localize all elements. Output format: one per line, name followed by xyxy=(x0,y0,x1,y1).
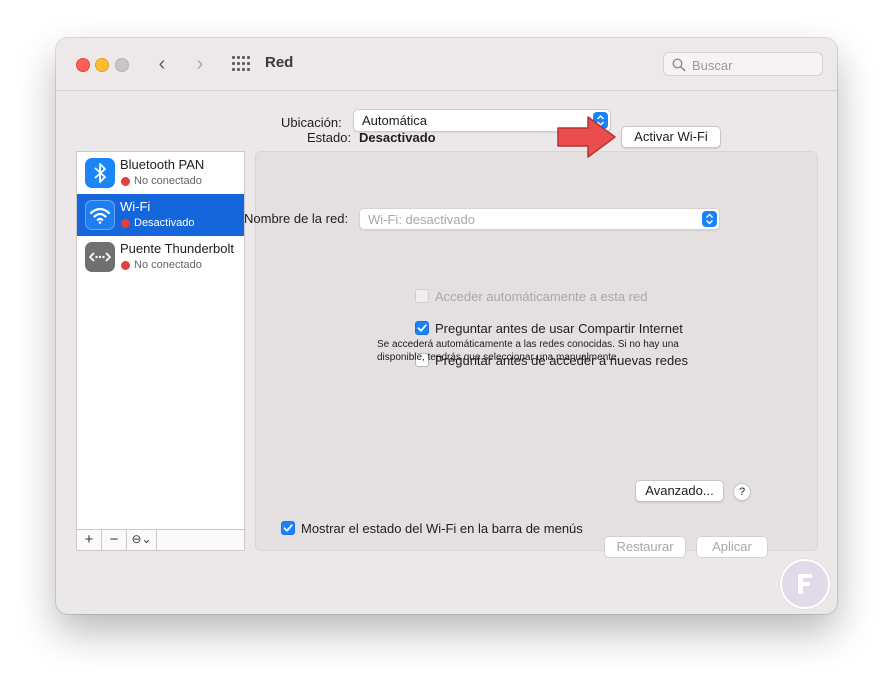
action-menu-button[interactable]: ⊖⌄ xyxy=(127,530,157,550)
service-list: Bluetooth PAN No conectado Wi-Fi Desacti… xyxy=(76,151,245,551)
service-list-toolbar: + − ⊖⌄ xyxy=(77,529,244,550)
location-value: Automática xyxy=(362,113,428,128)
status-dot-icon xyxy=(121,219,130,228)
red-arrow-icon xyxy=(557,116,616,158)
watermark-logo xyxy=(779,558,831,610)
show-wifi-status-checkbox[interactable] xyxy=(281,521,295,535)
network-name-popup[interactable]: Wi-Fi: desactivado xyxy=(359,208,720,230)
forward-chevron-icon[interactable]: › xyxy=(190,53,210,75)
bluetooth-icon xyxy=(85,158,115,188)
location-label: Ubicación: xyxy=(281,115,342,130)
minimize-window-button[interactable] xyxy=(95,58,109,72)
help-button[interactable]: ? xyxy=(733,483,751,501)
auto-join-checkbox[interactable] xyxy=(415,289,429,303)
auto-join-label: Acceder automáticamente a esta red xyxy=(435,289,648,304)
service-item-bluetooth-pan[interactable]: Bluetooth PAN No conectado xyxy=(77,152,244,194)
search-input[interactable] xyxy=(690,55,820,75)
apply-button[interactable]: Aplicar xyxy=(696,536,768,558)
revert-button[interactable]: Restaurar xyxy=(604,536,686,558)
advanced-button[interactable]: Avanzado... xyxy=(635,480,724,502)
known-networks-help-text: Se accederá automáticamente a las redes … xyxy=(377,339,679,363)
status-value: Desactivado xyxy=(359,130,436,145)
show-all-grid-icon[interactable] xyxy=(232,56,250,72)
remove-service-button[interactable]: − xyxy=(102,530,127,550)
network-name-placeholder: Wi-Fi: desactivado xyxy=(368,212,475,227)
status-dot-icon xyxy=(121,177,130,186)
service-item-thunderbolt-bridge[interactable]: Puente Thunderbolt No conectado xyxy=(77,236,244,278)
status-label: Estado: xyxy=(307,130,352,145)
ask-hotspot-label: Preguntar antes de usar Compartir Intern… xyxy=(435,321,683,336)
window-title: Red xyxy=(265,54,294,71)
service-status: Desactivado xyxy=(134,217,195,229)
status-dot-icon xyxy=(121,261,130,270)
service-status: No conectado xyxy=(134,259,202,271)
service-item-wifi[interactable]: Wi-Fi Desactivado xyxy=(77,194,244,236)
back-chevron-icon[interactable]: ‹ xyxy=(152,53,172,75)
popup-stepper-icon xyxy=(702,211,717,227)
title-bar: ‹ › Red xyxy=(56,38,837,91)
show-wifi-status-label: Mostrar el estado del Wi-Fi en la barra … xyxy=(301,521,583,536)
wifi-icon xyxy=(85,200,115,230)
zoom-window-button[interactable] xyxy=(115,58,129,72)
close-window-button[interactable] xyxy=(76,58,90,72)
turn-wifi-on-button[interactable]: Activar Wi-Fi xyxy=(621,126,721,148)
service-name: Puente Thunderbolt xyxy=(120,241,234,256)
network-name-label: Nombre de la red: xyxy=(244,211,349,226)
ask-hotspot-checkbox[interactable] xyxy=(415,321,429,335)
checkmark-icon xyxy=(283,524,293,532)
thunderbolt-bridge-icon xyxy=(85,242,115,272)
service-name: Bluetooth PAN xyxy=(120,157,205,172)
service-name: Wi-Fi xyxy=(120,199,151,214)
search-field[interactable] xyxy=(663,52,823,76)
search-icon xyxy=(672,58,686,72)
checkmark-icon xyxy=(417,324,427,332)
add-service-button[interactable]: + xyxy=(77,530,102,550)
service-status: No conectado xyxy=(134,175,202,187)
